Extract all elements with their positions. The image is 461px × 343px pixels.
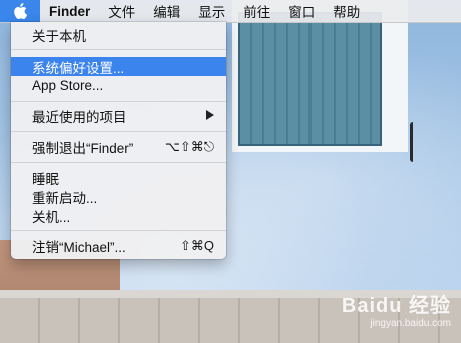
- menu-item-system-preferences[interactable]: 系统偏好设置...: [11, 57, 226, 76]
- logout-shortcut: ⇧⌘Q: [179, 237, 214, 253]
- menu-item-system-preferences-label: 系统偏好设置...: [32, 60, 125, 76]
- wallpaper-hinge: [410, 122, 429, 162]
- menu-item-app-store[interactable]: App Store...: [11, 76, 226, 95]
- wallpaper-shutter-right: [312, 14, 380, 144]
- menu-item-recent-items[interactable]: 最近使用的项目: [11, 106, 226, 125]
- menubar-help[interactable]: 帮助: [324, 0, 369, 22]
- watermark-brand: Baidu 经验: [341, 295, 451, 317]
- watermark: Baidu 经验 jingyan.baidu.com: [342, 289, 451, 329]
- menu-item-sleep[interactable]: 睡眠: [11, 168, 226, 187]
- submenu-arrow-icon: [206, 110, 214, 120]
- menu-item-shutdown-label: 关机...: [32, 209, 71, 225]
- menu-separator: [11, 162, 226, 163]
- menu-item-restart-label: 重新启动...: [32, 190, 98, 206]
- menu-item-logout-label: 注销“Michael”...: [32, 239, 126, 255]
- force-quit-shortcut: ⌥⇧⌘⎋: [164, 138, 214, 154]
- menu-bar: Finder 文件 编辑 显示 前往 窗口 帮助: [0, 0, 461, 23]
- menu-separator: [11, 131, 226, 132]
- menubar-app-name[interactable]: Finder: [40, 0, 99, 22]
- menubar-go[interactable]: 前往: [234, 0, 279, 22]
- menu-item-about[interactable]: 关于本机: [11, 25, 226, 44]
- menu-item-shutdown[interactable]: 关机...: [11, 206, 226, 225]
- menubar-view[interactable]: 显示: [189, 0, 234, 22]
- menu-item-force-quit[interactable]: 强制退出“Finder” ⌥⇧⌘⎋: [11, 137, 226, 156]
- menu-item-logout[interactable]: 注销“Michael”... ⇧⌘Q: [11, 236, 226, 255]
- menubar-edit[interactable]: 编辑: [144, 0, 189, 22]
- menubar-file[interactable]: 文件: [99, 0, 144, 22]
- menu-item-force-quit-label: 强制退出“Finder”: [32, 140, 134, 156]
- wallpaper-shutter-left: [240, 14, 308, 144]
- menu-separator: [11, 230, 226, 231]
- wallpaper-window: [238, 12, 382, 146]
- menu-separator: [11, 101, 226, 102]
- menubar-window[interactable]: 窗口: [279, 0, 324, 22]
- menu-item-app-store-label: App Store...: [32, 78, 104, 93]
- menu-item-recent-items-label: 最近使用的项目: [32, 109, 127, 125]
- menu-separator: [11, 49, 226, 50]
- apple-menu-button[interactable]: [0, 0, 40, 22]
- apple-icon: [14, 3, 27, 19]
- menu-item-sleep-label: 睡眠: [32, 171, 59, 187]
- watermark-url: jingyan.baidu.com: [370, 318, 451, 329]
- apple-menu-dropdown: 关于本机 系统偏好设置... App Store... 最近使用的项目 强制退出…: [11, 22, 226, 259]
- menu-item-restart[interactable]: 重新启动...: [11, 187, 226, 206]
- menu-item-about-label: 关于本机: [32, 28, 86, 44]
